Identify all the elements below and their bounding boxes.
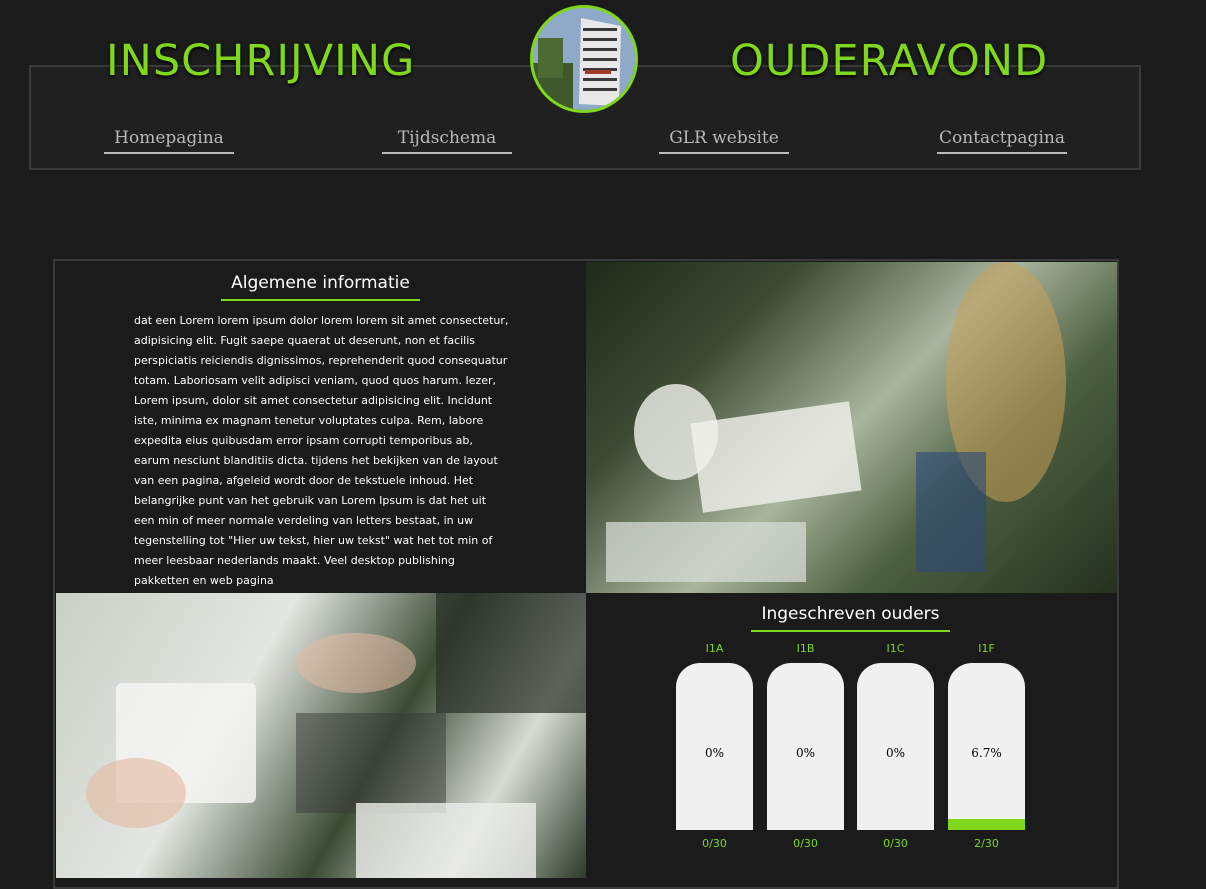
title-left: INSCHRIJVING: [106, 36, 416, 86]
bar-i1a: 0%: [676, 663, 753, 830]
nav-glr-website[interactable]: GLR website: [659, 128, 789, 154]
bar-percent: 0%: [795, 746, 816, 760]
bar-i1f: 6.7%: [948, 663, 1025, 830]
bar-count: 0/30: [883, 837, 908, 850]
bar-i1b: 0%: [767, 663, 844, 830]
registrations-title: Ingeschreven ouders: [751, 604, 950, 632]
bar-i1c: 0%: [857, 663, 934, 830]
bar-count: 0/30: [793, 837, 818, 850]
bar-class-label: I1F: [978, 642, 995, 655]
building-icon: [533, 8, 635, 110]
school-logo: [530, 5, 638, 113]
title-right: OUDERAVOND: [730, 36, 1049, 86]
bar-fill: [948, 818, 1025, 830]
bar-class-label: I1A: [705, 642, 724, 655]
bar-class-label: I1C: [886, 642, 905, 655]
bar-percent: 0%: [885, 746, 906, 760]
photo-students-coffee: [586, 262, 1117, 593]
nav-tijdschema[interactable]: Tijdschema: [382, 128, 512, 154]
nav-contactpagina[interactable]: Contactpagina: [937, 128, 1067, 154]
bar-count: 2/30: [974, 837, 999, 850]
info-text: dat een Lorem lorem ipsum dolor lorem lo…: [134, 314, 509, 587]
bar-percent: 0%: [704, 746, 725, 760]
info-title: Algemene informatie: [221, 273, 420, 301]
photo-students-collage: [56, 593, 586, 878]
bar-class-label: I1B: [796, 642, 815, 655]
bar-percent: 6.7%: [971, 746, 1002, 760]
nav-homepagina[interactable]: Homepagina: [104, 128, 234, 154]
bar-count: 0/30: [702, 837, 727, 850]
